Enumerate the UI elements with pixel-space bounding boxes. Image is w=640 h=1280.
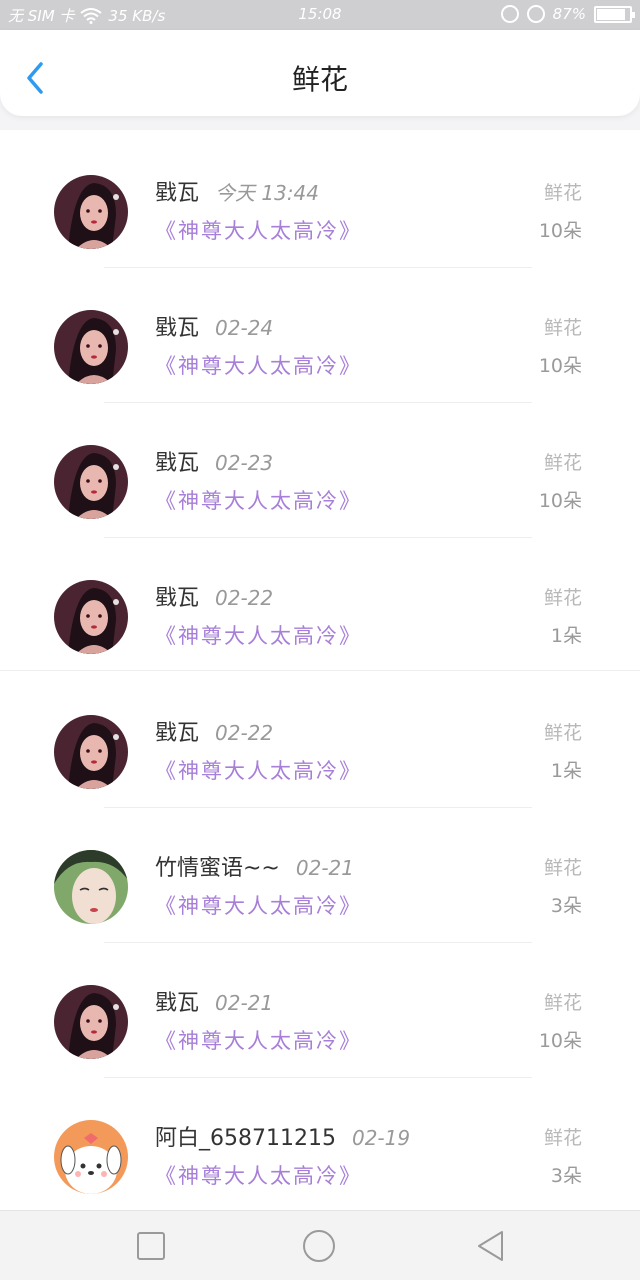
record-date: 02-21 (295, 856, 354, 880)
book-title-link[interactable]: 《神尊大人太高冷》 (155, 350, 362, 380)
sender-name: 阿白_658711215 (155, 1126, 336, 1151)
book-title-link[interactable]: 《神尊大人太高冷》 (155, 890, 362, 920)
gift-amount: 10朵 (538, 220, 582, 242)
avatar[interactable] (54, 445, 128, 519)
avatar[interactable] (54, 1120, 128, 1194)
sender-name-line: 戥瓦 02-22 (155, 715, 273, 747)
flower-record-item[interactable]: 竹情蜜语~~ 02-21 《神尊大人太高冷》 鲜花 3朵 (0, 820, 640, 955)
record-date: 02-21 (215, 991, 274, 1015)
sender-name: 戥瓦 (155, 316, 200, 341)
book-title-link[interactable]: 《神尊大人太高冷》 (155, 485, 362, 515)
gift-amount: 10朵 (538, 1030, 582, 1052)
gift-type: 鲜花 (543, 587, 582, 609)
page-title: 鲜花 (291, 63, 348, 96)
status-bar: 无 SIM 卡 35 KB/s 15:08 87% (0, 0, 640, 30)
gift-type: 鲜花 (543, 1127, 582, 1149)
home-button[interactable] (302, 1229, 336, 1263)
sender-name-line: 戥瓦 02-22 (155, 580, 273, 612)
system-nav-bar (0, 1210, 640, 1280)
gift-type: 鲜花 (543, 182, 582, 204)
sender-name-line: 阿白_658711215 02-19 (155, 1120, 410, 1152)
record-date: 02-19 (351, 1126, 411, 1150)
sender-name-line: 戥瓦 今天 13:44 (155, 175, 319, 207)
sender-name: 戥瓦 (155, 721, 200, 746)
battery-fill (597, 8, 625, 20)
row-divider (104, 942, 532, 943)
gift-amount: 3朵 (550, 1165, 582, 1187)
book-title-link[interactable]: 《神尊大人太高冷》 (155, 1160, 362, 1190)
back-button[interactable] (474, 1229, 508, 1263)
sender-name-line: 戥瓦 02-21 (155, 985, 273, 1017)
recent-apps-button[interactable] (134, 1229, 168, 1263)
status-right: 87% (500, 5, 635, 23)
row-divider (104, 807, 532, 808)
gift-type: 鲜花 (543, 722, 582, 744)
flower-record-item[interactable]: 戥瓦 02-24 《神尊大人太高冷》 鲜花 10朵 (0, 280, 640, 415)
sender-name: 竹情蜜语~~ (155, 856, 280, 881)
row-divider (104, 1077, 532, 1078)
row-divider (104, 402, 532, 403)
record-date: 02-24 (215, 316, 274, 340)
sender-name: 戥瓦 (155, 991, 200, 1016)
sender-name-line: 戥瓦 02-23 (155, 445, 273, 477)
flower-record-item[interactable]: 戥瓦 02-21 《神尊大人太高冷》 鲜花 10朵 (0, 955, 640, 1090)
avatar[interactable] (54, 175, 128, 249)
gift-type: 鲜花 (543, 452, 582, 474)
header: 鲜花 (0, 30, 640, 116)
book-title-link[interactable]: 《神尊大人太高冷》 (155, 620, 362, 650)
sender-name-line: 竹情蜜语~~ 02-21 (155, 850, 354, 882)
avatar[interactable] (54, 580, 128, 654)
book-title-link[interactable]: 《神尊大人太高冷》 (155, 755, 362, 785)
sender-name-line: 戥瓦 02-24 (155, 310, 273, 342)
flower-record-item[interactable]: 戥瓦 02-23 《神尊大人太高冷》 鲜花 10朵 (0, 415, 640, 550)
rotation-lock-icon (500, 5, 519, 23)
gift-amount: 10朵 (538, 355, 582, 377)
flower-record-item[interactable]: 戥瓦 今天 13:44 《神尊大人太高冷》 鲜花 10朵 (0, 145, 640, 280)
record-date: 02-22 (215, 586, 274, 610)
row-divider (104, 267, 532, 268)
record-date: 02-23 (215, 451, 274, 475)
sender-name: 戥瓦 (155, 451, 200, 476)
record-date: 今天 13:44 (215, 181, 320, 205)
gift-amount: 3朵 (550, 895, 582, 917)
flower-record-item[interactable]: 戥瓦 02-22 《神尊大人太高冷》 鲜花 1朵 (0, 550, 640, 685)
flower-record-item[interactable]: 戥瓦 02-22 《神尊大人太高冷》 鲜花 1朵 (0, 685, 640, 820)
book-title-link[interactable]: 《神尊大人太高冷》 (155, 1025, 362, 1055)
alarm-icon (526, 5, 545, 23)
battery-icon (594, 5, 635, 23)
record-date: 02-22 (215, 721, 274, 745)
gift-amount: 1朵 (550, 625, 582, 647)
gift-amount: 10朵 (538, 490, 582, 512)
flower-record-item[interactable]: 阿白_658711215 02-19 《神尊大人太高冷》 鲜花 3朵 (0, 1090, 640, 1210)
gift-type: 鲜花 (543, 992, 582, 1014)
sender-name: 戥瓦 (155, 586, 200, 611)
sender-name: 戥瓦 (155, 181, 200, 206)
avatar[interactable] (54, 985, 128, 1059)
avatar[interactable] (54, 715, 128, 789)
avatar[interactable] (54, 310, 128, 384)
row-divider (104, 537, 532, 538)
book-title-link[interactable]: 《神尊大人太高冷》 (155, 215, 362, 245)
battery-percent: 87% (552, 5, 586, 23)
avatar[interactable] (54, 850, 128, 924)
gift-type: 鲜花 (543, 857, 582, 879)
gift-amount: 1朵 (550, 760, 582, 782)
flower-record-list: 戥瓦 今天 13:44 《神尊大人太高冷》 鲜花 10朵 戥瓦 02-24 《神尊大人太高冷》… (0, 130, 640, 1210)
gift-type: 鲜花 (543, 317, 582, 339)
